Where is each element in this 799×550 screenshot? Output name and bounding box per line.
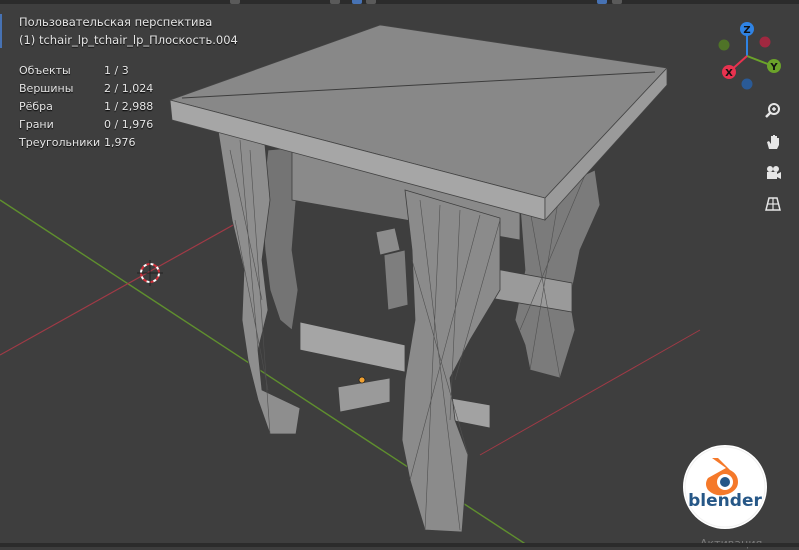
gizmo-y[interactable]: Y — [767, 59, 781, 73]
header-tab[interactable] — [612, 0, 622, 4]
stat-label: Рёбра — [19, 100, 53, 113]
blender-logo: blender — [683, 445, 767, 529]
camera-view-button[interactable] — [760, 160, 786, 186]
3d-viewport[interactable]: Пользовательская перспектива (1) tchair_… — [0, 0, 799, 550]
stretcher-back-lower — [383, 249, 409, 311]
stat-row: Вершины 2 / 1,024 — [19, 80, 153, 98]
stat-row: Грани 0 / 1,976 — [19, 116, 153, 134]
y-axis-line-far — [479, 329, 701, 456]
gizmo-neg-z[interactable] — [741, 78, 753, 90]
header-tab-active[interactable] — [597, 0, 607, 4]
pan-button[interactable] — [760, 129, 786, 155]
perspective-toggle-button[interactable] — [760, 191, 786, 217]
gizmo-z[interactable]: Z — [740, 22, 754, 36]
gizmo-neg-x[interactable] — [759, 36, 771, 48]
camera-icon — [767, 166, 781, 179]
header-tab[interactable] — [366, 0, 376, 4]
stat-value: 1,976 — [104, 136, 136, 149]
stat-row: Треугольники 1,976 — [19, 134, 153, 152]
header-strip — [0, 0, 799, 4]
selection-indicator — [0, 14, 2, 48]
stat-value: 1 / 3 — [104, 64, 129, 77]
navigation-gizmo[interactable]: Z Y X — [712, 18, 786, 92]
stat-label: Грани — [19, 118, 54, 131]
stat-row: Рёбра 1 / 2,988 — [19, 98, 153, 116]
object-name: (1) tchair_lp_tchair_lp_Плоскость.004 — [19, 33, 238, 47]
stat-value: 2 / 1,024 — [104, 82, 154, 95]
stat-value: 0 / 1,976 — [104, 118, 154, 131]
zoom-button[interactable] — [760, 98, 786, 124]
stat-label: Объекты — [19, 64, 71, 77]
3d-cursor[interactable] — [137, 260, 163, 286]
stretcher-back — [375, 227, 401, 256]
header-tab[interactable] — [330, 0, 340, 4]
gizmo-x[interactable]: X — [722, 65, 736, 79]
hand-pan-icon — [767, 135, 779, 149]
y-axis-line — [0, 209, 261, 356]
logo-text: blender — [688, 491, 762, 511]
footer-strip — [0, 543, 799, 547]
viewport-info: Пользовательская перспектива (1) tchair_… — [19, 13, 238, 49]
stretcher-front — [299, 321, 406, 373]
zoom-icon — [765, 103, 780, 118]
header-tab-active[interactable] — [352, 0, 362, 4]
gizmo-neg-y[interactable] — [718, 39, 730, 51]
svg-text:Z: Z — [743, 25, 750, 36]
front-leg-right — [401, 189, 501, 533]
grid-perspective-icon — [765, 197, 781, 211]
view-name: Пользовательская перспектива — [19, 15, 213, 29]
stat-label: Вершины — [19, 82, 74, 95]
svg-text:Y: Y — [769, 62, 778, 73]
svg-text:X: X — [725, 68, 733, 79]
object-origin[interactable] — [358, 376, 366, 384]
stat-value: 1 / 2,988 — [104, 100, 154, 113]
stat-row: Объекты 1 / 3 — [19, 62, 153, 80]
stat-label: Треугольники — [19, 136, 101, 149]
stretcher-front-lower — [337, 377, 391, 413]
statistics-overlay: Объекты 1 / 3 Вершины 2 / 1,024 Рёбра 1 / 2… — [19, 62, 153, 152]
header-tab[interactable] — [230, 0, 240, 4]
